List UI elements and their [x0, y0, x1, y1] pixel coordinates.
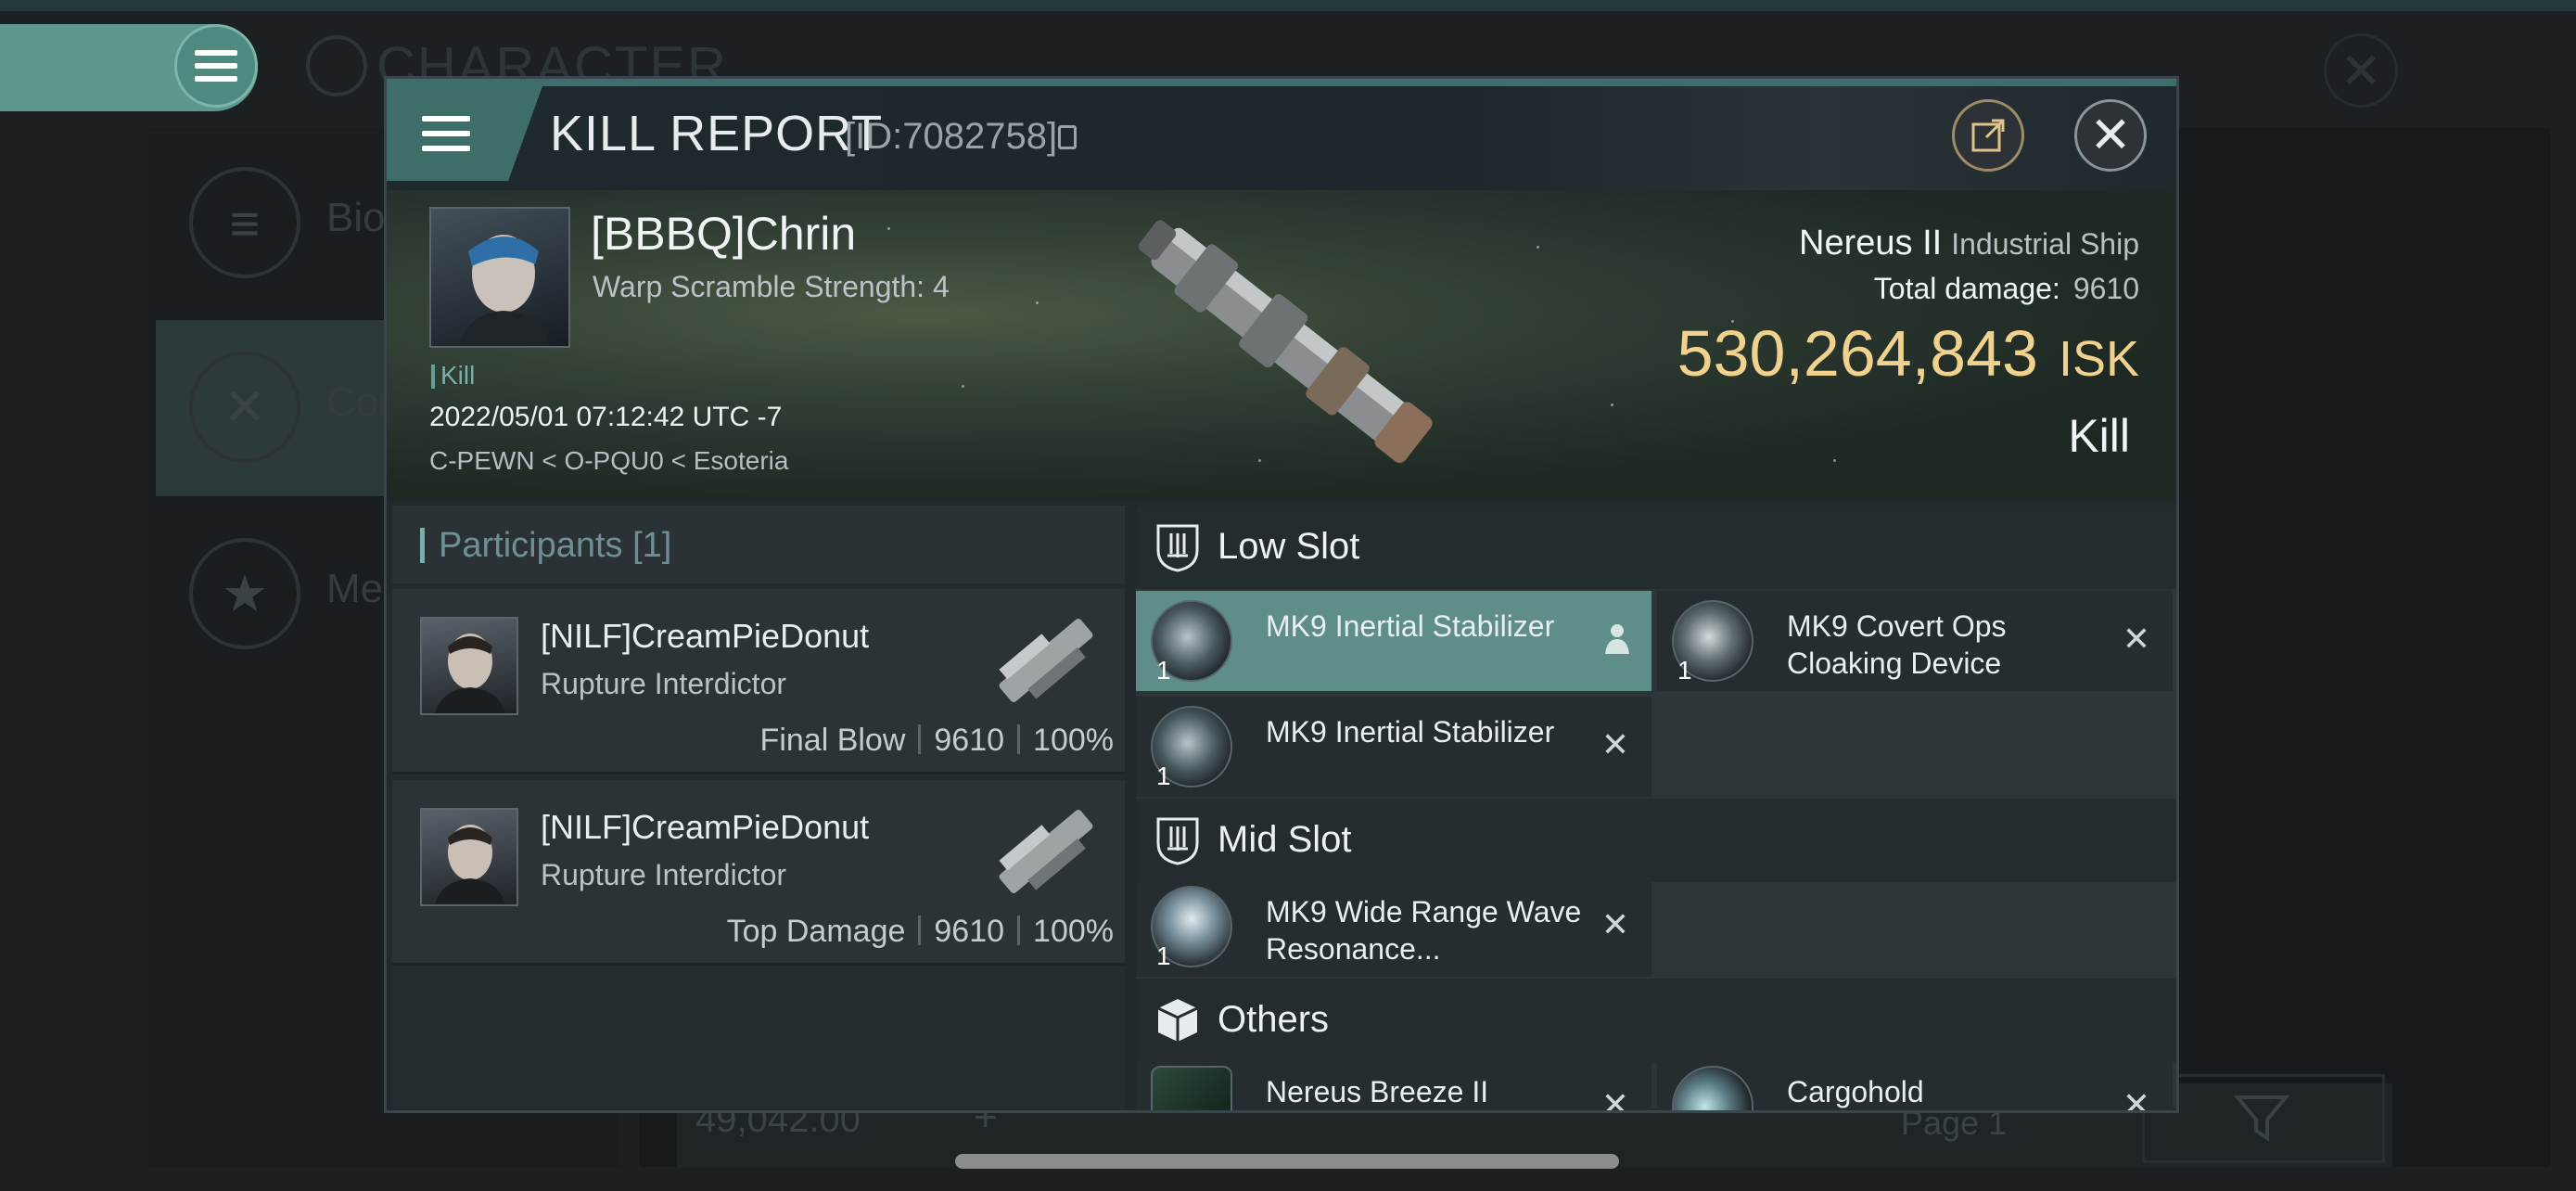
others-title: Others: [1218, 999, 1330, 1040]
low-slot-title: Low Slot: [1218, 526, 1360, 567]
hamburger-icon: [422, 116, 470, 151]
isk-amount: 530,264,843: [1677, 317, 2038, 390]
participant-name: [NILF]CreamPieDonut: [541, 617, 870, 655]
crossed-swords-icon: ✕: [189, 352, 300, 463]
close-icon: ✕: [2089, 108, 2132, 163]
victim-portrait[interactable]: [429, 207, 570, 348]
module-name: MK9 Wide Range Wave Resonance...: [1266, 895, 1582, 966]
isk-value: 530,264,843 ISK: [1677, 316, 2139, 391]
sidebar-item-label: Me: [326, 566, 384, 611]
module-name: Nereus Breeze II: [1266, 1075, 1489, 1108]
participant-ship-icon: [999, 619, 1093, 702]
home-indicator[interactable]: [955, 1154, 1619, 1169]
total-damage-value: 9610: [2072, 272, 2139, 305]
destroyed-icon: ✕: [1600, 905, 1629, 943]
dropped-person-icon: [1605, 624, 1629, 654]
kill-datetime: 2022/05/01 07:12:42 UTC -7: [429, 402, 783, 432]
participant-ship-icon: [999, 810, 1093, 893]
pilot-portrait-image: [459, 235, 550, 346]
participant-percent: 100%: [1033, 723, 1114, 758]
module-quantity: 1: [1156, 941, 1171, 970]
kill-report-dialog: KILL REPORT [ID:7082758] ✕ [BBBQ]Chrin W…: [384, 76, 2179, 1113]
total-damage: Total damage: 9610: [1874, 272, 2139, 306]
participants-panel: Participants [1] [NILF]CreamPieDonut Rup…: [392, 506, 1125, 1108]
mid-slot-title: Mid Slot: [1218, 819, 1352, 860]
cargohold-icon: [1672, 1066, 1753, 1110]
total-damage-label: Total damage:: [1873, 272, 2060, 305]
participant-percent: 100%: [1033, 914, 1114, 949]
external-link-icon: [1971, 119, 2005, 152]
participants-title: Participants [1]: [439, 526, 672, 565]
module-quantity: 1: [1156, 762, 1171, 790]
fitting-item[interactable]: 1 MK9 Inertial Stabilizer: [1136, 591, 1651, 691]
participant-portrait: [420, 808, 518, 906]
participant-stats: Final Blow 9610 100%: [760, 723, 1114, 759]
participant-row[interactable]: [NILF]CreamPieDonut Rupture Interdictor …: [392, 589, 1125, 775]
module-name: MK9 Inertial Stabilizer: [1266, 609, 1555, 643]
share-button[interactable]: [1952, 99, 2024, 172]
module-name: MK9 Covert Ops Cloaking Device: [1787, 609, 2007, 680]
victim-name: [BBBQ]Chrin: [591, 208, 857, 260]
section-marker: [420, 528, 425, 563]
participant-damage: 9610: [934, 723, 1005, 758]
participant-damage: 9610: [934, 914, 1005, 949]
close-button[interactable]: ✕: [2074, 99, 2147, 172]
dialog-title: KILL REPORT: [550, 106, 884, 161]
kill-report-id: [ID:7082758]: [845, 116, 1058, 157]
list-icon: ≡: [189, 167, 300, 278]
ship-class: Industrial Ship: [1951, 227, 2139, 261]
module-quantity: 1: [1677, 656, 1692, 685]
sidebar-item-label: Bio: [326, 195, 386, 240]
hamburger-icon: [195, 50, 237, 82]
fitting-item[interactable]: Nereus Breeze II ✕: [1136, 1057, 1651, 1113]
destroyed-icon: ✕: [2122, 620, 2150, 658]
mid-slot-icon: [1156, 817, 1199, 865]
destroyed-icon: ✕: [1600, 725, 1629, 763]
warp-scramble-strength: Warp Scramble Strength: 4: [593, 270, 950, 303]
participants-header: Participants [1]: [392, 506, 1125, 583]
module-quantity: 1: [1156, 656, 1171, 685]
module-name: Cargohold: [1787, 1075, 1924, 1108]
cube-icon: [1157, 999, 1198, 1042]
destroyed-icon: ✕: [1600, 1085, 1629, 1113]
kill-tag-marker: [431, 365, 435, 389]
isk-currency: ISK: [2058, 331, 2139, 387]
ship-name: Nereus II Industrial Ship: [1799, 224, 2139, 263]
filter-icon: [2234, 1095, 2289, 1142]
main-menu-button[interactable]: [174, 24, 258, 108]
screen-close-button[interactable]: ✕: [2324, 33, 2398, 108]
victim-banner: [BBBQ]Chrin Warp Scramble Strength: 4 Ki…: [387, 190, 2176, 500]
fitting-item[interactable]: 1 MK9 Inertial Stabilizer ✕: [1136, 697, 1651, 797]
copy-icon[interactable]: [1058, 125, 1077, 149]
result-label: Kill: [2068, 410, 2130, 462]
module-name: MK9 Inertial Stabilizer: [1266, 715, 1555, 749]
participant-role: Final Blow: [759, 723, 906, 758]
star-icon: ★: [189, 538, 300, 649]
close-icon: ✕: [2340, 43, 2382, 99]
fitting-item[interactable]: Cargohold ✕: [1657, 1057, 2173, 1113]
participant-ship: Rupture Interdictor: [541, 858, 787, 891]
participant-name: [NILF]CreamPieDonut: [541, 808, 870, 846]
dialog-top-accent: [387, 79, 2176, 86]
fitting-item[interactable]: 1 MK9 Wide Range Wave Resonance... ✕: [1136, 877, 1651, 977]
kill-location[interactable]: C-PEWN < O-PQU0 < Esoteria: [429, 446, 788, 476]
mid-slot-header: Mid Slot: [1136, 799, 2176, 882]
participant-row[interactable]: [NILF]CreamPieDonut Rupture Interdictor …: [392, 780, 1125, 966]
kill-tag: Kill: [440, 361, 476, 390]
ship-image: [1138, 220, 1433, 463]
participant-stats: Top Damage 9610 100%: [727, 914, 1114, 950]
top-bar: [0, 0, 2576, 11]
participant-role: Top Damage: [726, 914, 906, 949]
others-header: Others: [1136, 979, 2176, 1062]
destroyed-icon: ✕: [2122, 1085, 2150, 1113]
ship-name-text: Nereus II: [1799, 224, 1943, 263]
participant-ship: Rupture Interdictor: [541, 667, 787, 700]
fitting-item[interactable]: 1 MK9 Covert Ops Cloaking Device ✕: [1657, 591, 2173, 691]
character-icon: [306, 35, 367, 96]
low-slot-header: Low Slot: [1136, 506, 2176, 589]
fittings-panel: Low Slot 1 MK9 Inertial Stabilizer 1 MK9…: [1136, 506, 2176, 1110]
blueprint-icon: [1151, 1066, 1232, 1110]
low-slot-icon: [1156, 524, 1199, 572]
participant-portrait: [420, 617, 518, 715]
